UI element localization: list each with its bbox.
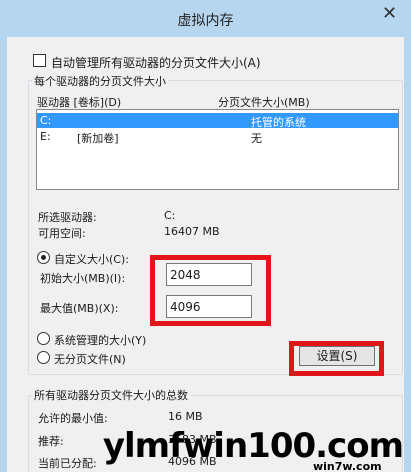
min-allowed-label: 允许的最小值: — [38, 412, 108, 425]
allocated-label: 当前已分配: — [38, 457, 97, 470]
selected-drive-value: C: — [164, 209, 176, 222]
column-header-size: 分页文件大小(MB) — [218, 96, 310, 109]
custom-size-label[interactable]: 自定义大小(C): — [54, 251, 129, 267]
recommended-label: 推荐: — [38, 435, 64, 448]
totals-group-label: 所有驱动器分页文件大小的总数 — [32, 387, 190, 403]
per-drive-group-label: 每个驱动器的分页文件大小 — [32, 73, 168, 89]
selected-drive-label: 所选驱动器: — [38, 211, 97, 224]
drive-row-e[interactable]: E: [新加卷] 无 — [37, 129, 398, 145]
drive-letter: C: — [40, 114, 52, 127]
drive-size: 托管的系统 — [251, 116, 306, 129]
system-managed-radio[interactable] — [37, 332, 50, 345]
min-allowed-value: 16 MB — [168, 410, 203, 423]
no-paging-radio[interactable] — [37, 351, 50, 364]
auto-manage-label[interactable]: 自动管理所有驱动器的分页文件大小(A) — [51, 54, 261, 71]
system-managed-label[interactable]: 系统管理的大小(Y) — [54, 332, 146, 348]
highlight-box-button — [289, 341, 384, 376]
highlight-box-inputs — [150, 255, 271, 326]
drive-label: [新加卷] — [77, 132, 119, 145]
initial-size-label: 初始大小(MB)(I): — [40, 272, 126, 285]
column-header-drive: 驱动器 [卷标](D) — [37, 96, 122, 109]
drive-row-c[interactable]: C: 托管的系统 — [37, 113, 398, 129]
drive-list[interactable]: C: 托管的系统 E: [新加卷] 无 — [36, 109, 399, 190]
drive-size: 无 — [251, 132, 262, 145]
max-size-label: 最大值(MB)(X): — [40, 302, 119, 315]
custom-size-radio[interactable] — [37, 251, 50, 264]
auto-manage-checkbox[interactable] — [33, 54, 46, 67]
drive-letter: E: — [40, 130, 51, 143]
watermark-sub: win7w.com — [313, 460, 382, 472]
radio-dot — [41, 255, 46, 260]
close-button[interactable]: ✕ — [368, 0, 411, 28]
close-icon[interactable]: ✕ — [382, 3, 397, 24]
free-space-value: 16407 MB — [164, 225, 220, 238]
free-space-label: 可用空间: — [38, 227, 86, 240]
no-paging-label[interactable]: 无分页文件(N) — [54, 351, 126, 367]
window-title: 虚拟内存 — [177, 13, 234, 29]
